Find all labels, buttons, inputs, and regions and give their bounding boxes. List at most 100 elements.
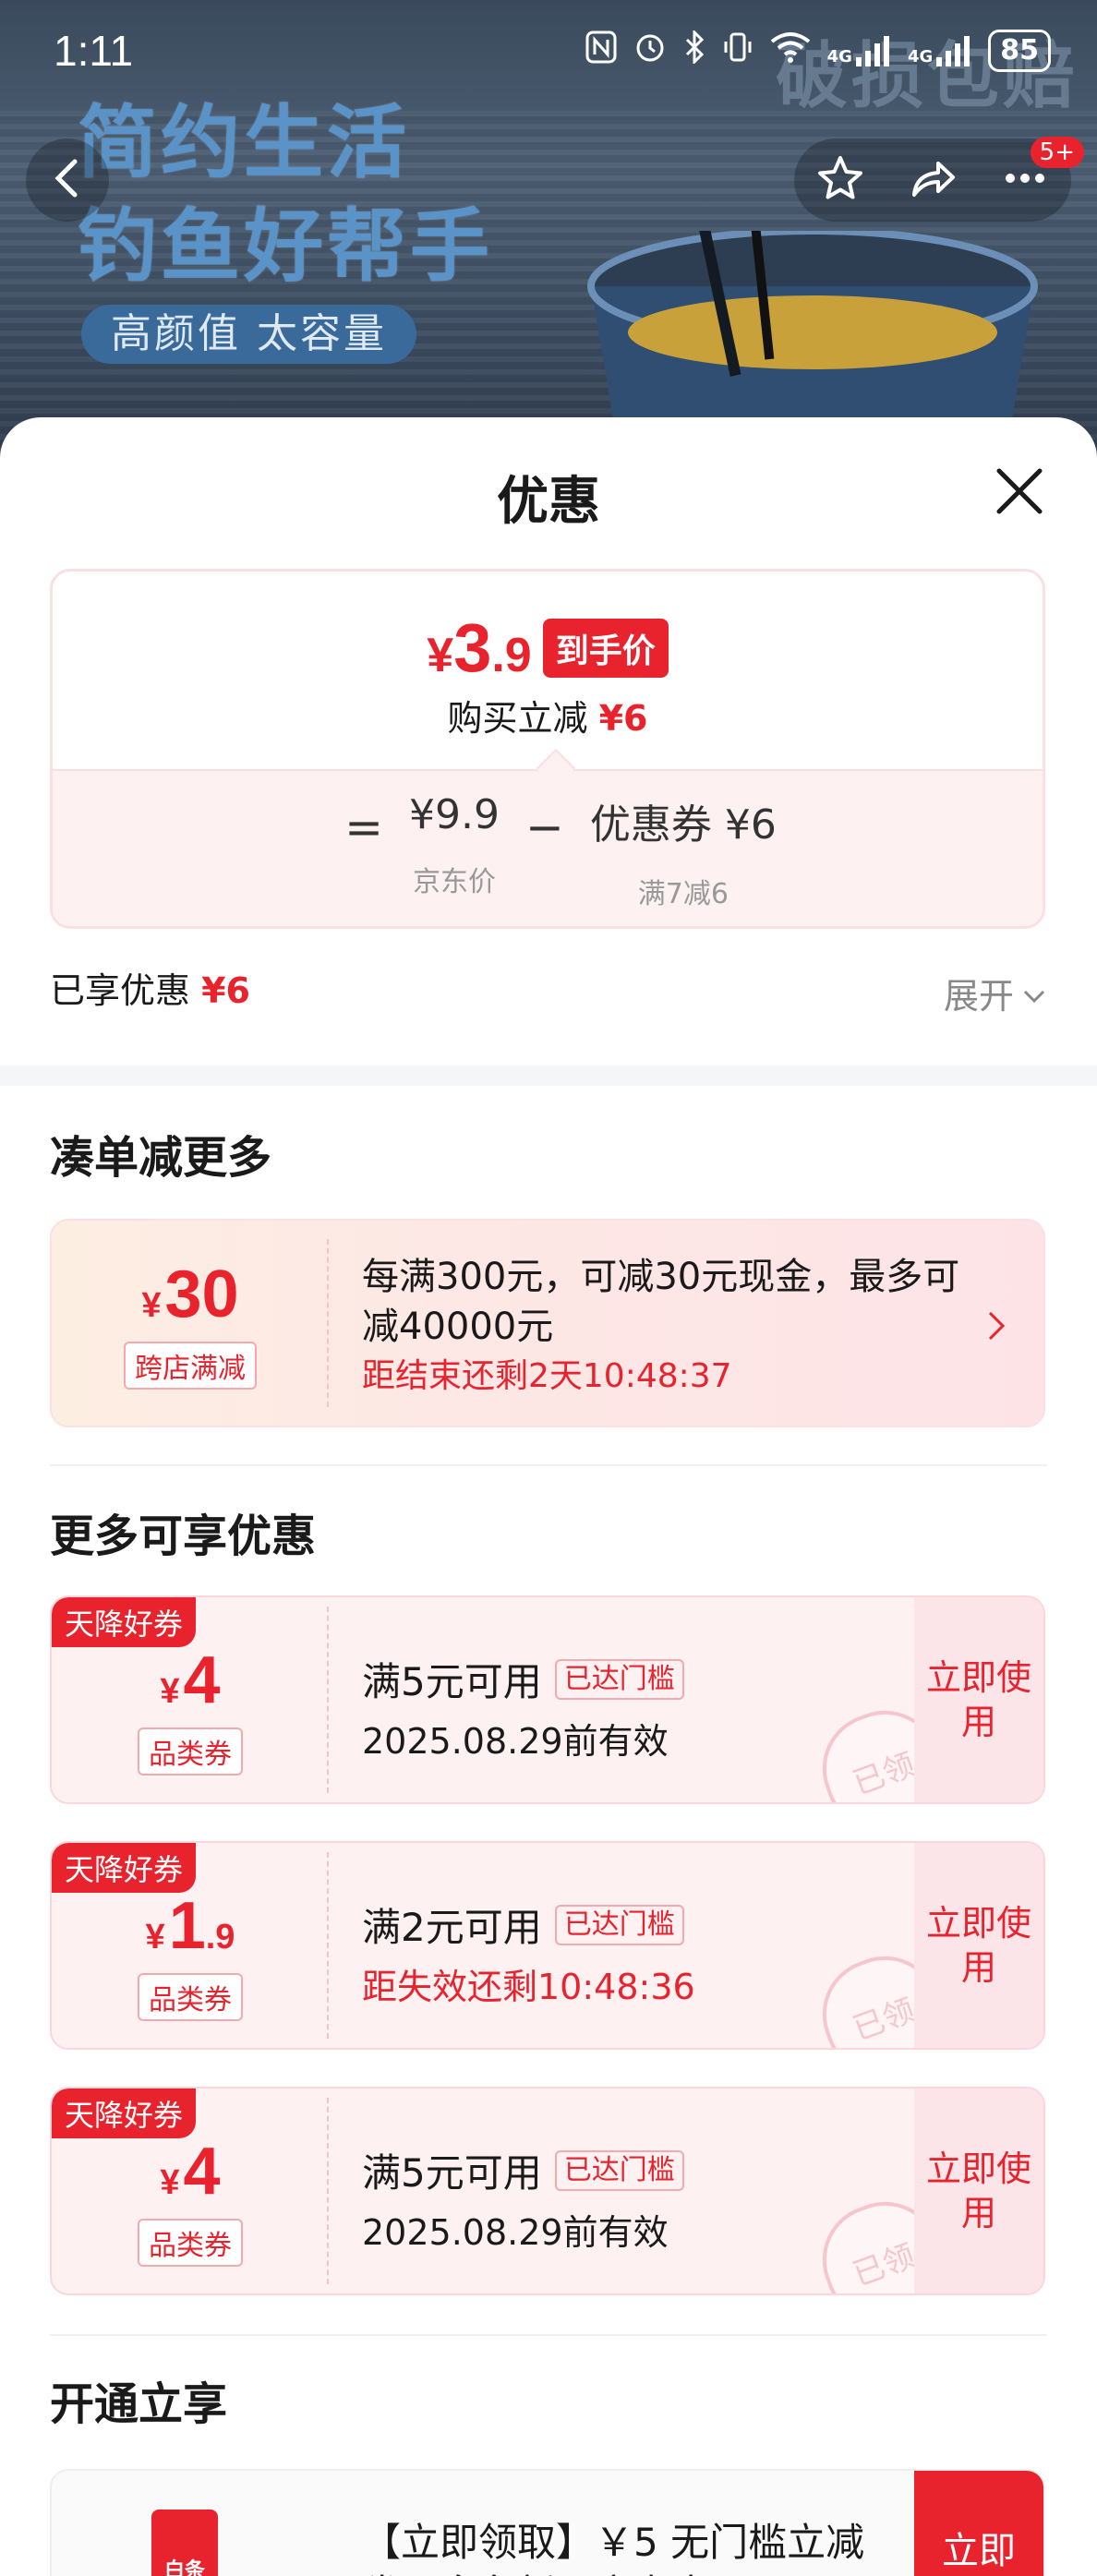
threshold-chip: 已达门槛 xyxy=(554,1658,684,1700)
dashed-separator xyxy=(327,2098,329,2284)
battery-indicator: 85 xyxy=(988,30,1051,72)
dashed-separator xyxy=(327,1607,329,1793)
cross-store-discount-card[interactable]: ¥ 30 跨店满减 每满300元，可减30元现金，最多可减40000元 距结束还… xyxy=(50,1219,1045,1427)
open-section-title: 开通立享 xyxy=(50,2378,228,2430)
dashed-separator xyxy=(327,1852,329,2039)
cross-store-info: 每满300元，可减30元现金，最多可减40000元 距结束还剩2天10:48:3… xyxy=(362,1252,962,1402)
price-top: ¥3.9 到手价 购买立减 ¥6 xyxy=(53,572,1043,769)
coupon-caption: 满7减6 xyxy=(637,878,729,910)
dashed-separator xyxy=(327,1239,329,1407)
coupon-validity: 距失效还剩10:48:36 xyxy=(362,1967,695,2007)
more-section-title: 更多可享优惠 xyxy=(50,1511,317,1562)
sheet-title: 优惠 xyxy=(497,472,600,532)
instant-discount-amount: ¥6 xyxy=(598,698,648,739)
cross-store-countdown: 距结束还剩2天10:48:37 xyxy=(362,1357,732,1395)
coupon-amount: ¥ 4 xyxy=(160,1643,220,1718)
message-badge: 5+ xyxy=(1030,137,1084,168)
combine-section-title: 凑单减更多 xyxy=(50,1132,272,1184)
cross-store-amount: ¥ 30 xyxy=(141,1257,238,1332)
expand-button[interactable]: 展开 xyxy=(944,968,1047,1018)
cross-store-value: 30 xyxy=(164,1258,239,1331)
cross-store-tag: 跨店满减 xyxy=(124,1342,257,1390)
coupon-card: 天降好券 ¥ 4 品类券 满5元可用 已达门槛 2025.08.29前有效 已领… xyxy=(50,1595,1045,1804)
coupon-condition-row: 满5元可用 已达门槛 xyxy=(362,1651,684,1707)
share-icon[interactable] xyxy=(907,152,958,208)
saved-label: 已享优惠 xyxy=(50,970,191,1011)
coupon-card: 天降好券 ¥ 1 .9 品类券 满2元可用 已达门槛 距失效还剩10:48:36… xyxy=(50,1841,1045,2050)
threshold-chip: 已达门槛 xyxy=(554,2149,684,2191)
coupon-info: 满5元可用 已达门槛 2025.08.29前有效 xyxy=(362,2142,684,2255)
baitiao-icon-label: 白条 xyxy=(163,2559,205,2576)
chevron-right-icon xyxy=(986,1309,1007,1346)
coupon-condition-row: 满2元可用 已达门槛 xyxy=(362,1896,695,1953)
coupon-amount: ¥ 1 .9 xyxy=(146,1888,235,1964)
baitiao-offer-card: 白条 【立即领取】￥5 无门槛立减券，白条新用户专享 立即 xyxy=(50,2469,1045,2576)
coupon-currency: ¥ xyxy=(145,1918,165,1956)
coupon-card: 天降好券 ¥ 4 品类券 满5元可用 已达门槛 2025.08.29前有效 已领… xyxy=(50,2087,1045,2295)
status-bar: 1:11 4G 4G 85 xyxy=(0,0,1097,102)
banner-tag: 高颜值 太容量 xyxy=(81,305,416,364)
threshold-chip: 已达门槛 xyxy=(554,1904,684,1945)
coupon-condition: 满5元可用 xyxy=(362,1659,542,1704)
use-coupon-button[interactable]: 立即使用 xyxy=(914,1843,1043,2048)
minus-sign: − xyxy=(524,800,564,854)
coupon-type-tag: 品类券 xyxy=(138,2219,243,2267)
status-time: 1:11 xyxy=(54,27,134,75)
claim-button[interactable]: 立即 xyxy=(914,2471,1043,2576)
coupon-amount-block: ¥ 1 .9 品类券 xyxy=(52,1861,329,2048)
nfc-icon xyxy=(585,30,617,72)
final-price-currency: ¥ xyxy=(427,629,454,682)
chevron-down-icon xyxy=(1021,973,1047,1014)
coupon-condition: 满2元可用 xyxy=(362,1905,542,1950)
alarm-icon xyxy=(633,30,667,72)
jd-price: ¥9.9 xyxy=(409,791,500,838)
baitiao-icon: 白条 xyxy=(151,2510,218,2576)
coupon-condition-row: 满5元可用 已达门槛 xyxy=(362,2142,684,2198)
coupon-column: 优惠券 ¥6 满7减6 xyxy=(590,791,777,911)
star-icon[interactable] xyxy=(814,152,866,208)
coupon-amount: ¥ 4 xyxy=(160,2134,220,2209)
network-type-1: 4G xyxy=(826,47,852,66)
coupon-value: 1 xyxy=(168,1889,206,1963)
section-divider xyxy=(0,1065,1097,1086)
close-icon xyxy=(990,468,1049,524)
divider-line xyxy=(50,1464,1047,1466)
discount-sheet: 优惠 ¥3.9 到手价 购买立减 ¥6 = ¥9.9 京东价 − 优惠券 ¥6 … xyxy=(0,417,1097,2576)
coupon-info: 满2元可用 已达门槛 距失效还剩10:48:36 xyxy=(362,1896,695,2009)
coupon-amount-block: ¥ 4 品类券 xyxy=(52,2107,329,2293)
equals-sign: = xyxy=(344,800,384,854)
coupon-type-tag: 品类券 xyxy=(138,1727,243,1776)
coupon-value: 4 xyxy=(183,1643,221,1717)
banner-slogan-line2: 钓鱼好帮手 xyxy=(78,200,493,293)
close-button[interactable] xyxy=(990,462,1049,521)
vibrate-icon xyxy=(722,30,753,72)
coupon-type-tag: 品类券 xyxy=(138,1973,243,2021)
network-type-2: 4G xyxy=(907,47,934,66)
price-breakdown: = ¥9.9 京东价 − 优惠券 ¥6 满7减6 xyxy=(53,769,1043,926)
bluetooth-icon xyxy=(683,28,705,72)
final-price-integer: 3 xyxy=(453,609,492,686)
coupon-amount-block: ¥ 4 品类券 xyxy=(52,1616,329,1802)
signal-icon: 4G xyxy=(827,35,891,66)
saved-discount-row: 已享优惠 ¥6 xyxy=(50,962,250,1013)
price-summary-card: ¥3.9 到手价 购买立减 ¥6 = ¥9.9 京东价 − 优惠券 ¥6 满7减… xyxy=(50,569,1045,929)
coupon-validity: 2025.08.29前有效 xyxy=(362,1721,669,1762)
saved-amount: ¥6 xyxy=(201,970,250,1011)
jd-price-column: ¥9.9 京东价 xyxy=(409,791,500,899)
use-coupon-button[interactable]: 立即使用 xyxy=(914,2088,1043,2293)
back-button[interactable] xyxy=(26,138,109,222)
coupon-condition: 满5元可用 xyxy=(362,2150,542,2196)
back-arrow-icon xyxy=(49,156,86,204)
status-icons: 4G 4G 85 xyxy=(585,28,1051,72)
coupon-value: 4 xyxy=(183,2135,221,2209)
coupon-info: 满5元可用 已达门槛 2025.08.29前有效 xyxy=(362,1651,684,1763)
cross-store-description: 每满300元，可减30元现金，最多可减40000元 xyxy=(362,1256,960,1348)
divider-line xyxy=(50,2334,1047,2336)
wifi-icon xyxy=(770,30,811,72)
final-price: ¥3.9 xyxy=(427,608,531,687)
coupon-currency: ¥ xyxy=(160,1672,180,1711)
coupon-value: 优惠券 ¥6 xyxy=(589,801,777,849)
baitiao-offer-text: 【立即领取】￥5 无门槛立减券，白条新用户专享 xyxy=(362,2520,865,2576)
instant-discount-row: 购买立减 ¥6 xyxy=(53,690,1043,740)
use-coupon-button[interactable]: 立即使用 xyxy=(914,1597,1043,1802)
